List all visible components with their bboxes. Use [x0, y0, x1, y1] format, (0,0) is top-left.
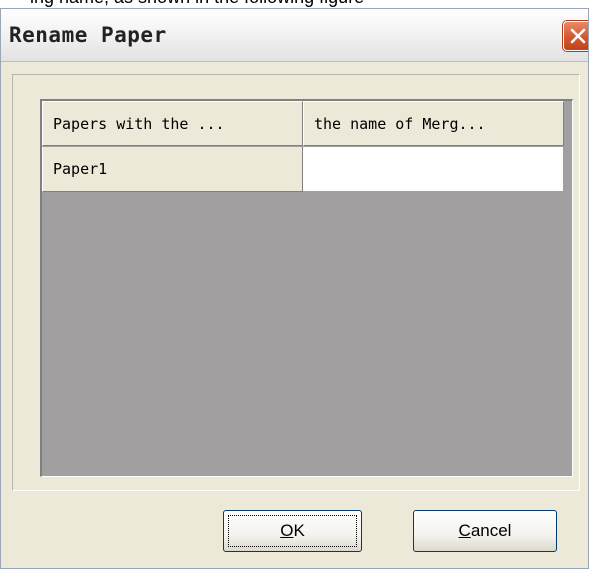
- column-header-papers[interactable]: Papers with the ...: [42, 101, 303, 146]
- ok-button[interactable]: OK: [223, 510, 362, 552]
- cancel-button[interactable]: Cancel: [413, 510, 557, 552]
- title-bar[interactable]: Rename Paper: [1, 9, 588, 62]
- rename-paper-dialog: Rename Paper Papers with the ... the nam…: [0, 8, 589, 569]
- ok-label-rest: K: [293, 521, 305, 540]
- cancel-mnemonic: C: [458, 521, 471, 540]
- close-button[interactable]: [563, 21, 588, 51]
- grid-header-row: Papers with the ... the name of Merg...: [42, 101, 564, 146]
- close-x-icon: [570, 28, 586, 44]
- dialog-title: Rename Paper: [9, 23, 167, 47]
- column-header-merged-name[interactable]: the name of Merg...: [303, 101, 564, 146]
- cropped-caption-text: ing name, as shown in the following figu…: [30, 0, 364, 8]
- rename-grid[interactable]: Papers with the ... the name of Merg... …: [40, 99, 573, 477]
- cropped-caption: ing name, as shown in the following figu…: [0, 0, 589, 8]
- ok-button-label: OK: [280, 521, 305, 540]
- merged-name-cell[interactable]: [303, 147, 564, 192]
- cancel-button-label: Cancel: [459, 521, 512, 540]
- paper-name-cell[interactable]: Paper1: [42, 147, 303, 192]
- table-row: Paper1: [42, 147, 564, 192]
- ok-mnemonic: O: [280, 521, 294, 540]
- cancel-label-rest: ancel: [470, 521, 512, 540]
